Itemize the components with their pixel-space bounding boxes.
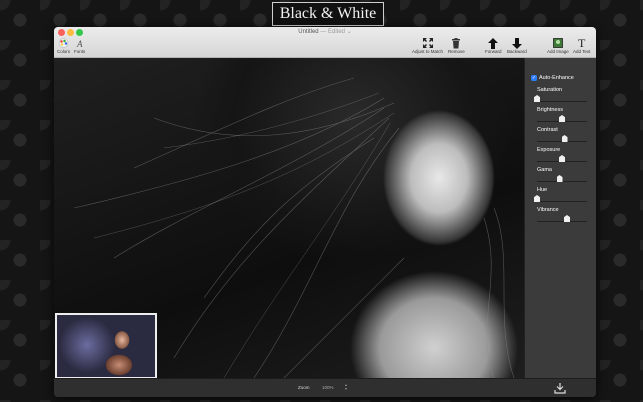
colors-button[interactable]: Colors: [57, 37, 70, 54]
contrast-slider[interactable]: Contrast: [537, 127, 587, 142]
slider-knob[interactable]: [561, 135, 568, 142]
app-window: Untitled — Edited ⌄ Colors A Fonts Adjus…: [54, 27, 596, 397]
slider-track[interactable]: [534, 95, 587, 102]
document-title[interactable]: Untitled — Edited ⌄: [54, 28, 596, 35]
remove-label: Remove: [448, 49, 465, 54]
trash-icon: [451, 37, 461, 49]
color-palette-icon: [58, 37, 69, 49]
saturation-slider[interactable]: Saturation: [534, 87, 587, 102]
fonts-label: Fonts: [74, 49, 86, 54]
slider-label: Saturation: [537, 87, 563, 93]
vibrance-slider[interactable]: Vibrance: [537, 207, 587, 222]
slider-track[interactable]: [537, 155, 587, 162]
checkmark-icon: ✓: [531, 75, 537, 81]
document-status: Edited: [327, 29, 345, 35]
photo-canvas[interactable]: [54, 58, 524, 378]
adjust-label: Adjust to Match: [412, 49, 444, 54]
slider-knob[interactable]: [559, 115, 565, 122]
slider-label: Brightness: [537, 107, 563, 113]
slider-knob[interactable]: [564, 215, 570, 222]
status-bar: Zoom 100% ▴ ▾: [54, 378, 596, 397]
text-icon: T: [578, 35, 586, 50]
slider-knob[interactable]: [556, 175, 563, 182]
titlebar: Untitled — Edited ⌄ Colors A Fonts Adjus…: [54, 27, 596, 58]
add-text-label: Add Text: [573, 49, 591, 54]
document-name: Untitled: [298, 29, 319, 35]
slider-knob[interactable]: [559, 155, 565, 162]
chevron-down-icon: ⌄: [346, 29, 352, 35]
gama-slider[interactable]: Gama: [537, 167, 587, 182]
colors-label: Colors: [57, 49, 71, 54]
download-icon[interactable]: [554, 383, 566, 394]
brightness-slider[interactable]: Brightness: [537, 107, 587, 122]
slider-track[interactable]: [537, 115, 587, 122]
slider-label: Gama: [537, 167, 552, 173]
svg-text:A: A: [76, 39, 83, 48]
slider-track[interactable]: [537, 135, 587, 142]
auto-enhance-checkbox[interactable]: ✓ Auto-Enhance: [531, 75, 574, 81]
slider-label: Contrast: [537, 127, 558, 133]
backward-label: Backward: [507, 49, 527, 54]
hue-slider[interactable]: Hue: [534, 187, 587, 202]
remove-button[interactable]: Remove: [448, 37, 465, 54]
adjust-to-match-button[interactable]: Adjust to Match: [412, 37, 443, 54]
backward-button[interactable]: Backward: [507, 37, 527, 54]
zoom-value: 100%: [322, 385, 334, 390]
fonts-button[interactable]: A Fonts: [74, 37, 85, 54]
slider-track[interactable]: [537, 175, 587, 182]
slider-track[interactable]: [537, 215, 587, 222]
exposure-slider[interactable]: Exposure: [537, 147, 587, 162]
add-image-label: Add Image: [547, 49, 569, 54]
app-title-banner: Black & White: [272, 2, 384, 26]
add-text-button[interactable]: T Add Text: [573, 35, 591, 55]
add-image-button[interactable]: Add Image: [547, 37, 569, 54]
slider-label: Exposure: [537, 147, 561, 153]
slider-knob[interactable]: [534, 95, 540, 102]
zoom-label: Zoom: [298, 385, 310, 390]
image-icon: [552, 37, 563, 49]
arrow-down-icon: [511, 37, 522, 49]
slider-label: Vibrance: [537, 207, 559, 213]
slider-track[interactable]: [534, 195, 587, 202]
original-photo-thumbnail[interactable]: [55, 313, 157, 378]
resize-arrows-icon: [422, 37, 434, 49]
document-separator: —: [318, 29, 328, 35]
auto-enhance-label: Auto-Enhance: [539, 75, 574, 81]
forward-button[interactable]: Forward: [485, 37, 502, 54]
slider-knob[interactable]: [534, 195, 540, 202]
zoom-stepper[interactable]: ▴ ▾: [345, 383, 347, 391]
font-icon: A: [75, 37, 85, 49]
arrow-up-icon: [488, 37, 499, 49]
slider-label: Hue: [537, 187, 548, 193]
forward-label: Forward: [485, 49, 502, 54]
adjustments-panel: ✓ Auto-Enhance Saturation Brightness Contr…: [524, 58, 596, 378]
